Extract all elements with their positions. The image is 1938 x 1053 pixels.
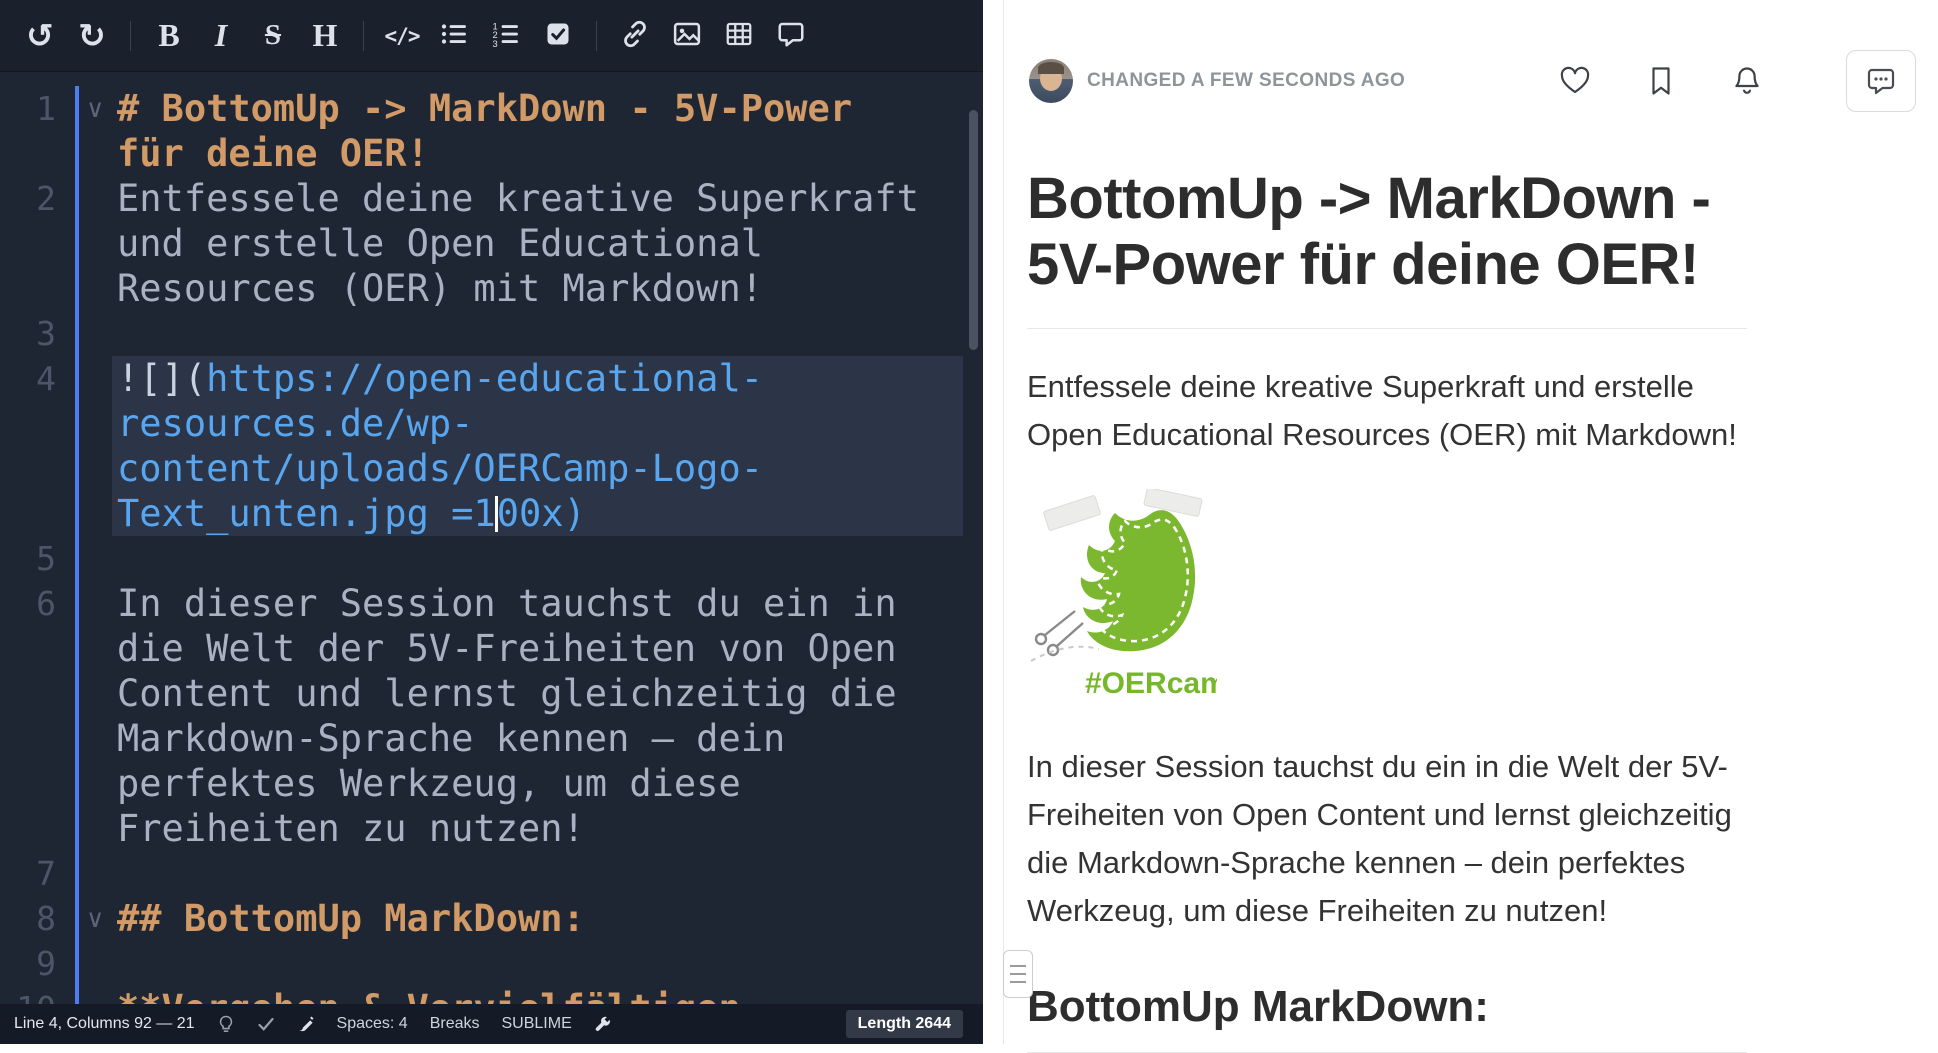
image-button[interactable]: [661, 10, 713, 62]
editor-pane: ↺ ↻ B I S H </> 123 1 ∨# BottomUp -> Mark…: [0, 0, 983, 1044]
line-number: 1: [0, 86, 56, 176]
lightbulb-icon[interactable]: [217, 1015, 235, 1033]
strikethrough-icon: S: [265, 19, 281, 52]
code-line-row[interactable]: 7: [0, 851, 983, 896]
check-list-button[interactable]: [532, 10, 584, 62]
editor-toolbar: ↺ ↻ B I S H </> 123: [0, 0, 983, 72]
line-number: 8: [0, 896, 56, 941]
heading-icon: H: [313, 17, 338, 54]
line-number: 7: [0, 851, 56, 896]
code-line-text[interactable]: ∨## BottomUp MarkDown:: [117, 896, 963, 941]
bell-icon[interactable]: [1730, 64, 1764, 98]
code-line-row[interactable]: 2 Entfessele deine kreative Superkraft un…: [0, 176, 983, 311]
table-icon: [724, 19, 754, 52]
svg-text:3: 3: [493, 39, 498, 49]
code-line-text[interactable]: Entfessele deine kreative Superkraft und…: [117, 176, 963, 311]
bold-icon: B: [158, 17, 179, 54]
doc-subheading: BottomUp MarkDown:: [1027, 982, 1747, 1053]
ordered-list-button[interactable]: 123: [480, 10, 532, 62]
heart-icon[interactable]: [1558, 64, 1592, 98]
toolbar-separator: [130, 21, 131, 51]
avatar[interactable]: [1029, 59, 1073, 103]
editor-scrollbar[interactable]: [969, 110, 978, 350]
link-button[interactable]: [609, 10, 661, 62]
code-line-text[interactable]: ![](https://open-educational-resources.d…: [117, 356, 963, 536]
code-lines: 1 ∨# BottomUp -> MarkDown - 5V-Power für …: [0, 86, 983, 1004]
bookmark-icon[interactable]: [1644, 64, 1678, 98]
code-line-text[interactable]: ∨# BottomUp -> MarkDown - 5V-Power für d…: [117, 86, 963, 176]
code-line-text[interactable]: [117, 851, 963, 896]
code-line-text[interactable]: **Vorgehen & Vervielfältigen: [117, 986, 963, 1004]
code-line-row[interactable]: 1 ∨# BottomUp -> MarkDown - 5V-Power für …: [0, 86, 983, 176]
undo-button[interactable]: ↺: [14, 10, 66, 62]
line-number: 4: [0, 356, 56, 536]
cursor-position: Line 4, Columns 92 — 21: [14, 1015, 195, 1033]
editor-status-bar: Line 4, Columns 92 — 21 Spaces: 4 Breaks…: [0, 1004, 983, 1044]
note-meta-bar: CHANGED A FEW SECONDS AGO: [1027, 0, 1938, 112]
fold-chevron-icon[interactable]: ∨: [86, 896, 104, 941]
code-line-text[interactable]: [117, 311, 963, 356]
ordered-list-icon: 123: [491, 19, 521, 52]
split-drag-handle[interactable]: [1003, 950, 1033, 998]
code-button[interactable]: </>: [376, 10, 428, 62]
code-line-row[interactable]: 8 ∨## BottomUp MarkDown:: [0, 896, 983, 941]
comment-icon: [776, 19, 806, 52]
image-icon: [672, 19, 702, 52]
oercamp-logo-image: #OERcamp: [1027, 489, 1747, 709]
unordered-list-icon: [439, 19, 469, 52]
linebreak-setting[interactable]: Breaks: [430, 1015, 480, 1033]
oercamp-caption: #OERcamp: [1085, 667, 1217, 700]
line-number: 9: [0, 941, 56, 986]
code-line-row[interactable]: 3: [0, 311, 983, 356]
link-icon: [620, 19, 650, 52]
code-line-row[interactable]: 10 **Vorgehen & Vervielfältigen: [0, 986, 983, 1004]
spellcheck-icon[interactable]: [257, 1015, 275, 1033]
check-list-icon: [544, 20, 572, 51]
last-changed-label: CHANGED A FEW SECONDS AGO: [1087, 70, 1405, 92]
wrench-icon[interactable]: [594, 1015, 612, 1033]
doc-title: BottomUp -> MarkDown - 5V-Power für dein…: [1027, 166, 1747, 329]
app-window: ↺ ↻ B I S H </> 123 1 ∨# BottomUp -> Mark…: [0, 0, 1938, 1044]
bold-button[interactable]: B: [143, 10, 195, 62]
note-actions: [1558, 50, 1916, 112]
comment-button[interactable]: [765, 10, 817, 62]
italic-icon: I: [215, 17, 227, 54]
code-editor[interactable]: 1 ∨# BottomUp -> MarkDown - 5V-Power für …: [0, 72, 983, 1004]
code-line-row[interactable]: 6In dieser Session tauchst du ein in die…: [0, 581, 983, 851]
doc-paragraph-1: Entfessele deine kreative Superkraft und…: [1027, 363, 1747, 459]
line-number: 10: [0, 986, 56, 1004]
undo-icon: ↺: [26, 16, 54, 55]
length-indicator: Length 2644: [846, 1010, 963, 1038]
toolbar-separator: [596, 21, 597, 51]
strikethrough-button[interactable]: S: [247, 10, 299, 62]
toolbar-separator: [363, 21, 364, 51]
code-line-text[interactable]: [117, 536, 963, 581]
line-number: 3: [0, 311, 56, 356]
line-number: 2: [0, 176, 56, 311]
code-line-text[interactable]: [117, 941, 963, 986]
doc-paragraph-2: In dieser Session tauchst du ein in die …: [1027, 743, 1747, 935]
italic-button[interactable]: I: [195, 10, 247, 62]
preview-pane: CHANGED A FEW SECONDS AGO BottomUp -> Ma…: [1003, 0, 1938, 1044]
table-button[interactable]: [713, 10, 765, 62]
heading-button[interactable]: H: [299, 10, 351, 62]
code-line-row[interactable]: 9: [0, 941, 983, 986]
unordered-list-button[interactable]: [428, 10, 480, 62]
indent-setting[interactable]: Spaces: 4: [337, 1015, 408, 1033]
code-icon: </>: [385, 24, 420, 48]
code-line-row[interactable]: 5: [0, 536, 983, 581]
redo-icon: ↻: [78, 16, 106, 55]
brush-icon[interactable]: [297, 1015, 315, 1033]
keymap-setting[interactable]: SUBLIME: [502, 1015, 572, 1033]
code-line-text[interactable]: In dieser Session tauchst du ein in die …: [117, 581, 963, 851]
line-number: 5: [0, 536, 56, 581]
line-number: 6: [0, 581, 56, 851]
authorship-color-bar: [75, 86, 79, 1004]
code-line-row[interactable]: 4 ![](https://open-educational-resources.…: [0, 356, 983, 536]
redo-button[interactable]: ↻: [66, 10, 118, 62]
rendered-document: BottomUp -> MarkDown - 5V-Power für dein…: [1027, 166, 1747, 1053]
open-comments-button[interactable]: [1846, 50, 1916, 112]
fold-chevron-icon[interactable]: ∨: [86, 86, 104, 131]
